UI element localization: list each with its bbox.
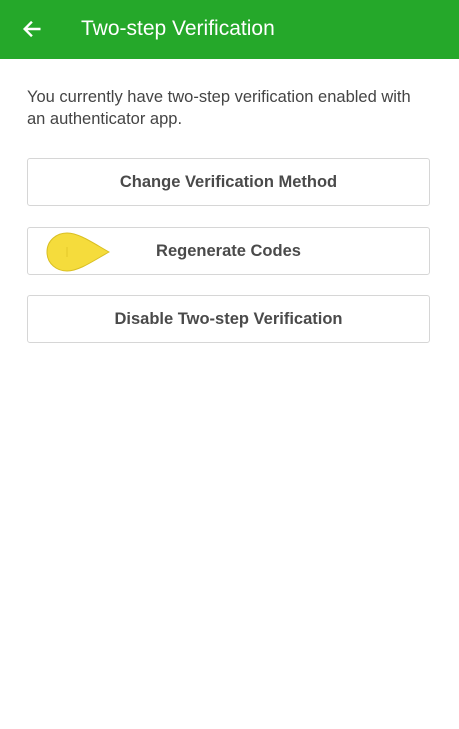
status-description: You currently have two-step verification… bbox=[27, 88, 411, 128]
back-button[interactable] bbox=[20, 17, 44, 41]
regenerate-codes-label: Regenerate Codes bbox=[156, 241, 301, 260]
disable-two-step-verification-label: Disable Two-step Verification bbox=[114, 309, 343, 328]
main-content: You currently have two-step verification… bbox=[27, 86, 432, 130]
disable-two-step-verification-button[interactable]: Disable Two-step Verification bbox=[27, 295, 430, 343]
arrow-left-icon bbox=[22, 20, 41, 38]
page-title: Two-step Verification bbox=[81, 17, 275, 40]
change-verification-method-label: Change Verification Method bbox=[119, 172, 338, 191]
change-verification-method-button[interactable]: Change Verification Method bbox=[27, 158, 430, 206]
regenerate-codes-button[interactable]: Regenerate Codes bbox=[27, 227, 430, 275]
app-bar: Two-step Verification bbox=[0, 0, 459, 59]
